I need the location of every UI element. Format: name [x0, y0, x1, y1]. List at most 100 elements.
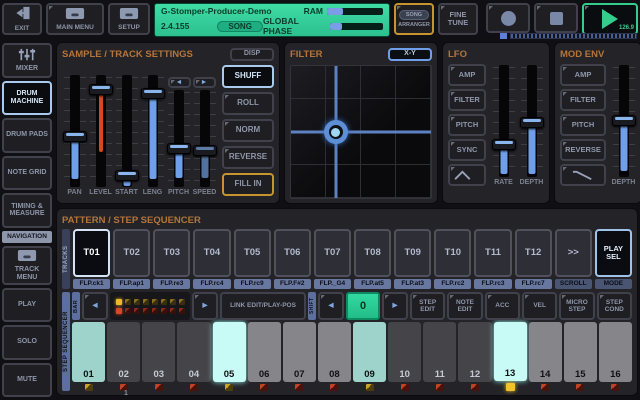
decay-envelope-icon[interactable]: [560, 164, 606, 186]
sidebar-item-mixer[interactable]: MIXER: [2, 43, 52, 78]
step-button-13[interactable]: 13: [494, 322, 527, 381]
reverse-button[interactable]: REVERSE: [222, 146, 274, 169]
slider-handle[interactable]: [193, 145, 217, 156]
shift-right-button[interactable]: ▶: [382, 292, 408, 320]
slider-pitch-control[interactable]: [167, 90, 191, 187]
slider-handle[interactable]: [63, 131, 87, 142]
slider-handle[interactable]: [89, 84, 113, 95]
step-button-14[interactable]: 14: [529, 322, 562, 382]
slider-handle[interactable]: [115, 170, 139, 181]
play-button[interactable]: 126.9: [582, 3, 638, 35]
step-button-11[interactable]: 11: [423, 322, 456, 382]
lfo-filter-button[interactable]: FILTER: [448, 89, 486, 111]
track-button-t03[interactable]: T03: [153, 229, 190, 277]
disp-button[interactable]: DISP: [230, 48, 274, 61]
slider-depth-control[interactable]: [612, 65, 636, 177]
sidebar-item-note-grid[interactable]: NOTE GRID: [2, 156, 52, 191]
note-edit-button[interactable]: NOTE EDIT: [447, 292, 482, 320]
sidebar-item-mute[interactable]: MUTE: [2, 363, 52, 398]
track-button-t07[interactable]: T07: [314, 229, 351, 277]
step-button-05[interactable]: 05: [213, 322, 246, 382]
slider-rate-control[interactable]: [492, 65, 516, 177]
step-button-08[interactable]: 08: [318, 322, 351, 382]
record-button[interactable]: [486, 3, 530, 33]
fill-in-button[interactable]: FILL IN: [222, 173, 274, 196]
slider-handle[interactable]: [141, 88, 165, 99]
step-button-07[interactable]: 07: [283, 322, 316, 382]
sidebar-item-play[interactable]: PLAY: [2, 288, 52, 323]
mod-env-pitch-button[interactable]: PITCH: [560, 114, 606, 136]
track-button-t02[interactable]: T02: [113, 229, 150, 277]
bar-prev-button[interactable]: ◀: [82, 292, 108, 320]
tracks-scroll-button[interactable]: >>: [555, 229, 592, 277]
track-button-t09[interactable]: T09: [394, 229, 431, 277]
link-edit-play-pos-button[interactable]: LINK EDIT/PLAY-POS: [220, 292, 306, 320]
nudge-left-button[interactable]: ◄: [168, 77, 191, 88]
filter-xy-pad[interactable]: [290, 65, 432, 199]
step-button-04[interactable]: 04: [177, 322, 210, 382]
stop-button[interactable]: [534, 3, 578, 33]
step-button-15[interactable]: 15: [564, 322, 597, 382]
roll-button[interactable]: ROLL: [222, 92, 274, 115]
step-button-02[interactable]: 02: [107, 322, 140, 382]
slider-depth-control[interactable]: [520, 65, 544, 177]
mod-env-reverse-button[interactable]: REVERSE: [560, 139, 606, 161]
xy-puck[interactable]: [324, 120, 348, 144]
norm-button[interactable]: NORM: [222, 119, 274, 142]
slider-start-control[interactable]: [115, 75, 139, 187]
xy-mode-button[interactable]: X-Y: [388, 48, 432, 61]
step-button-01[interactable]: 01: [72, 322, 105, 382]
lfo-pitch-button[interactable]: PITCH: [448, 114, 486, 136]
triangle-wave-icon[interactable]: [448, 164, 486, 186]
sidebar-item-drum-machine[interactable]: DRUM MACHINE: [2, 81, 52, 116]
track-button-t06[interactable]: T06: [274, 229, 311, 277]
step-button-12[interactable]: 12: [458, 322, 491, 382]
vel-button[interactable]: VEL: [522, 292, 557, 320]
step-button-09[interactable]: 09: [353, 322, 386, 382]
nudge-right-button[interactable]: ►: [193, 77, 216, 88]
slider-leng-control[interactable]: [141, 75, 165, 187]
slider-handle[interactable]: [520, 117, 544, 128]
slider-speed-control[interactable]: [193, 90, 217, 187]
slider-pan-control[interactable]: [63, 75, 87, 187]
sidebar-item-timing-measure[interactable]: TIMING & MEASURE: [2, 193, 52, 228]
bar-next-button[interactable]: ▶: [192, 292, 218, 320]
progress-track[interactable]: [510, 33, 637, 39]
track-button-t04[interactable]: T04: [193, 229, 230, 277]
track-button-t12[interactable]: T12: [515, 229, 552, 277]
mod-env-amp-button[interactable]: AMP: [560, 64, 606, 86]
step-button-03[interactable]: 03: [142, 322, 175, 382]
sidebar-item-solo[interactable]: SOLO: [2, 325, 52, 360]
play-sel-mode-button[interactable]: PLAY SEL: [595, 229, 632, 277]
exit-button[interactable]: EXIT: [2, 3, 42, 35]
song-mode-button[interactable]: SONG: [217, 21, 263, 32]
lfo-sync-button[interactable]: SYNC: [448, 139, 486, 161]
track-column-t12: T12FLP.rc7: [515, 229, 552, 289]
track-button-t10[interactable]: T10: [434, 229, 471, 277]
slider-handle[interactable]: [167, 143, 191, 154]
step-button-16[interactable]: 16: [599, 322, 632, 382]
slider-handle[interactable]: [492, 139, 516, 150]
slider-handle[interactable]: [612, 115, 636, 126]
step-button-06[interactable]: 06: [248, 322, 281, 382]
slider-level-control[interactable]: [89, 75, 113, 187]
shuff-button[interactable]: SHUFF: [222, 65, 274, 88]
mod-env-filter-button[interactable]: FILTER: [560, 89, 606, 111]
sidebar-item-track-menu[interactable]: TRACK MENU: [2, 246, 52, 285]
lfo-amp-button[interactable]: AMP: [448, 64, 486, 86]
track-button-t08[interactable]: T08: [354, 229, 391, 277]
sidebar-item-drum-pads[interactable]: DRUM PADS: [2, 118, 52, 153]
acc-button[interactable]: ACC: [485, 292, 520, 320]
track-button-t11[interactable]: T11: [474, 229, 511, 277]
step-cond-button[interactable]: STEP COND: [597, 292, 632, 320]
song-arranger-button[interactable]: SONG ARRANGER: [394, 3, 434, 35]
step-button-10[interactable]: 10: [388, 322, 421, 382]
shift-left-button[interactable]: ◀: [318, 292, 344, 320]
setup-button[interactable]: SETUP: [108, 3, 150, 35]
fine-tune-button[interactable]: FINE TUNE: [438, 3, 478, 35]
main-menu-button[interactable]: MAIN MENU: [46, 3, 104, 35]
track-button-t01[interactable]: T01: [73, 229, 110, 277]
track-button-t05[interactable]: T05: [234, 229, 271, 277]
micro-step-button[interactable]: MICRO STEP: [559, 292, 594, 320]
step-edit-button[interactable]: STEP EDIT: [410, 292, 445, 320]
